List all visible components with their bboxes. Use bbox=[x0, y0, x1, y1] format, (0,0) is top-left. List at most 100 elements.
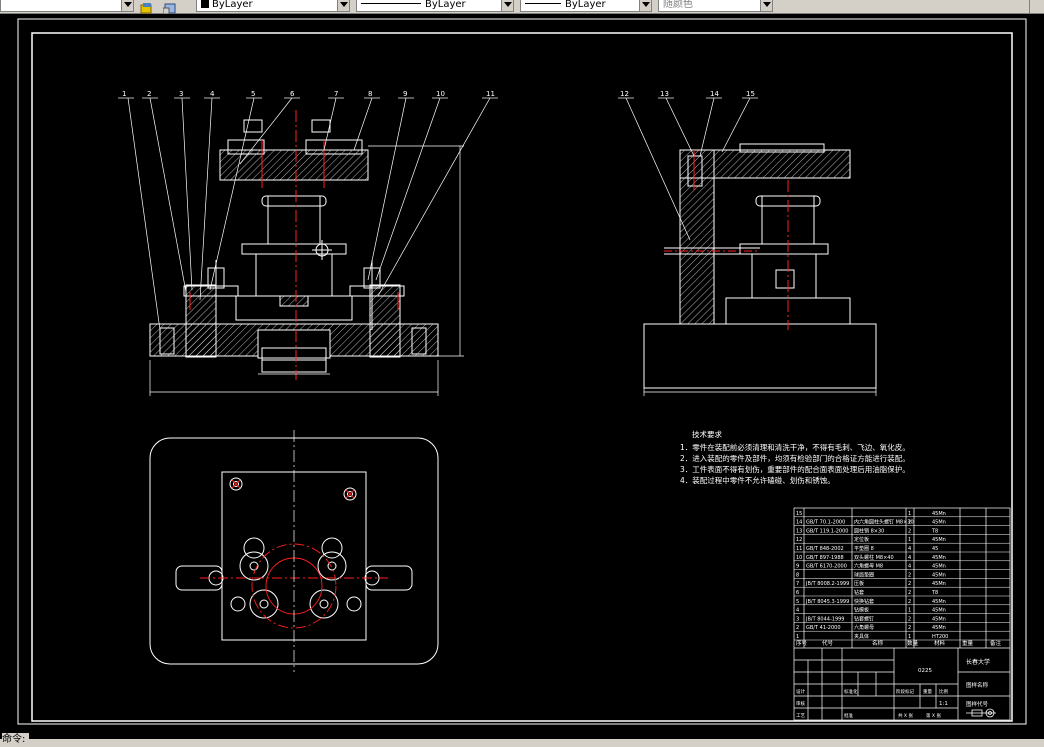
command-line-bar[interactable] bbox=[0, 739, 1044, 747]
lineweight-dropdown[interactable]: ByLayer bbox=[520, 0, 652, 12]
svg-text:2: 2 bbox=[147, 90, 151, 98]
bom-cell-code: GB/T 70.1-2000 bbox=[806, 520, 845, 526]
bom-cell-mat: 45Mn bbox=[932, 608, 946, 614]
bom-cell-no: 6 bbox=[796, 590, 799, 596]
lineweight-value: ByLayer bbox=[565, 0, 606, 10]
svg-text:15: 15 bbox=[746, 90, 755, 98]
chevron-down-icon[interactable] bbox=[760, 0, 772, 11]
svg-text:材料: 材料 bbox=[934, 639, 946, 647]
plotstyle-dropdown[interactable]: 随颜色 bbox=[658, 0, 773, 12]
bom-cell-qty: 4 bbox=[908, 555, 911, 561]
technical-notes: 技术要求 1．零件在装配前必须清理和清洗干净，不得有毛刺、飞边、氧化皮。 2．进… bbox=[680, 429, 910, 485]
bom-cell-no: 10 bbox=[796, 555, 802, 561]
bom-cell-mat: 45Mn bbox=[932, 581, 946, 587]
bom-cell-name: 六角螺母 M8 bbox=[854, 563, 883, 570]
school-name: 长春大学 bbox=[966, 658, 990, 666]
toolbar-scroll-button[interactable] bbox=[1029, 0, 1044, 13]
drawing-code-cell: 图样代号 bbox=[966, 700, 989, 708]
front-leaders bbox=[118, 97, 498, 331]
svg-text:14: 14 bbox=[710, 90, 719, 98]
lineweight-sample-icon bbox=[525, 3, 561, 4]
color-dropdown[interactable]: ByLayer bbox=[196, 0, 350, 12]
bom-cell-no: 1 bbox=[796, 634, 799, 640]
command-prompt[interactable]: 命令: bbox=[2, 733, 30, 747]
bom-cell-no: 9 bbox=[796, 564, 799, 570]
svg-text:名称: 名称 bbox=[872, 639, 884, 647]
bom-cell-mat: 45Mn bbox=[932, 616, 946, 622]
bom-cell-mat: T8 bbox=[931, 528, 938, 534]
svg-text:设计: 设计 bbox=[796, 688, 805, 695]
chevron-down-icon[interactable] bbox=[337, 0, 349, 11]
svg-text:阶段标记: 阶段标记 bbox=[896, 688, 914, 695]
bom-cell-qty: 2 bbox=[908, 616, 911, 622]
svg-text:1: 1 bbox=[122, 90, 126, 98]
svg-text:标准化: 标准化 bbox=[844, 688, 858, 695]
layer-state-icon[interactable] bbox=[140, 0, 154, 14]
bom-cell-mat: 45Mn bbox=[932, 520, 946, 526]
bom-cell-mat: 45Mn bbox=[932, 599, 946, 605]
sheet-border bbox=[17, 18, 1027, 725]
front-balloon-labels: 1 2 3 4 5 6 7 8 9 10 11 bbox=[122, 90, 495, 98]
bom-cell-name: 定位板 bbox=[854, 536, 869, 543]
bom-cell-name: 双头螺柱 M8×40 bbox=[854, 554, 894, 561]
svg-text:6: 6 bbox=[290, 90, 295, 98]
svg-text:10: 10 bbox=[436, 90, 445, 98]
side-balloon-labels: 12 13 14 15 bbox=[620, 90, 755, 98]
bom-cell-name: 六角螺母 bbox=[854, 624, 874, 631]
note-3: 3．工件表面不得有划伤，重要部件的配合面表面处理后用油脂保护。 bbox=[680, 464, 910, 474]
layer-dropdown[interactable] bbox=[0, 0, 134, 12]
bom-cell-name: 平垫圈 8 bbox=[854, 545, 874, 552]
linetype-dropdown[interactable]: ByLayer bbox=[356, 0, 514, 12]
title-block-text: 0225 长春大学 图样名称 图样代号 1:1 阶段标记 重量 比例 共 X 张… bbox=[796, 658, 990, 719]
note-1: 1．零件在装配前必须清理和清洗干净，不得有毛刺、飞边、氧化皮。 bbox=[680, 442, 910, 452]
plotstyle-value: 随颜色 bbox=[663, 0, 693, 10]
bom-cell-no: 15 bbox=[796, 511, 802, 517]
bom-cell-no: 7 bbox=[796, 581, 799, 587]
bom-cell-qty: 1 bbox=[908, 608, 911, 614]
bom-cell-code: JB/T 8045.3-1999 bbox=[805, 599, 849, 605]
bom-cell-name: 球面垫圈 bbox=[854, 571, 874, 578]
bom-cell-mat: T8 bbox=[931, 590, 938, 596]
bom-cell-qty: 2 bbox=[908, 528, 911, 534]
bom-cell-mat: 45Mn bbox=[932, 564, 946, 570]
bom-cell-name: 内六角圆柱头螺钉 M8×30 bbox=[854, 519, 914, 526]
bom-cell-qty: 2 bbox=[908, 520, 911, 526]
svg-text:审核: 审核 bbox=[796, 700, 805, 707]
bom-cell-mat: 45Mn bbox=[932, 625, 946, 631]
drawing-canvas[interactable]: 1 2 3 4 5 6 7 8 9 10 11 12 13 14 15 技术要求… bbox=[0, 14, 1044, 740]
bom-cell-name: 钻套 bbox=[854, 589, 864, 596]
svg-text:比例: 比例 bbox=[939, 688, 948, 695]
bom-cell-no: 12 bbox=[796, 537, 802, 543]
front-view bbox=[149, 119, 439, 373]
bom-cell-mat: 45Mn bbox=[932, 537, 946, 543]
layer-previous-icon[interactable] bbox=[162, 0, 177, 15]
svg-text:工艺: 工艺 bbox=[796, 713, 805, 719]
color-value: ByLayer bbox=[212, 0, 253, 10]
chevron-down-icon[interactable] bbox=[121, 0, 133, 11]
svg-text:12: 12 bbox=[620, 90, 629, 98]
bom-cell-mat: 45Mn bbox=[932, 572, 946, 578]
svg-text:4: 4 bbox=[210, 90, 215, 98]
svg-text:9: 9 bbox=[403, 90, 407, 98]
bom-cell-no: 11 bbox=[796, 546, 802, 552]
svg-text:13: 13 bbox=[660, 90, 669, 98]
svg-text:11: 11 bbox=[486, 90, 495, 98]
drawing-number: 0225 bbox=[918, 668, 932, 674]
bom-cell-mat: 45 bbox=[932, 546, 938, 552]
bom-cell-qty: 2 bbox=[908, 590, 911, 596]
bom-cell-qty: 1 bbox=[908, 537, 911, 543]
chevron-down-icon[interactable] bbox=[639, 0, 651, 11]
bom-cell-name: 压板 bbox=[854, 580, 864, 587]
bom-cell-code: GB/T 41-2000 bbox=[806, 625, 841, 631]
linetype-value: ByLayer bbox=[425, 0, 466, 10]
chevron-down-icon[interactable] bbox=[501, 0, 513, 11]
bom-cell-no: 3 bbox=[796, 616, 799, 622]
notes-title: 技术要求 bbox=[692, 429, 722, 439]
bom-cell-mat: 45Mn bbox=[932, 555, 946, 561]
bom-cell-qty: 1 bbox=[908, 511, 911, 517]
drawing-name-cell: 图样名称 bbox=[966, 681, 989, 689]
bom-cell-qty: 2 bbox=[908, 572, 911, 578]
properties-toolbar: ByLayer ByLayer ByLayer 随颜色 bbox=[0, 0, 1044, 15]
svg-text:代号: 代号 bbox=[822, 639, 834, 647]
svg-text:重量: 重量 bbox=[923, 688, 932, 695]
